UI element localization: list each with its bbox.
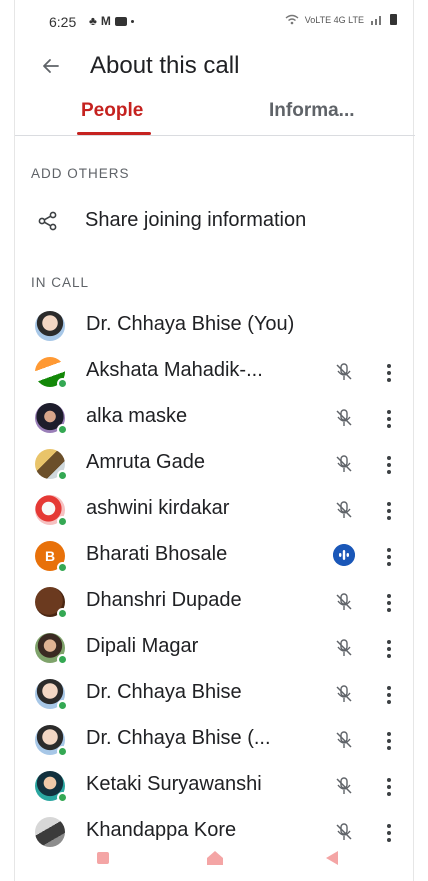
participant-name: Dr. Chhaya Bhise (... (86, 727, 271, 749)
online-status-icon (57, 608, 68, 619)
wifi-icon (285, 14, 299, 25)
signal-icon (371, 16, 381, 25)
in-call-heading: IN CALL (31, 275, 90, 290)
participant-name: Khandappa Kore (86, 819, 237, 841)
status-bar: 6:25 ♣ M VoLTE 4G LTE (15, 0, 415, 44)
tab-information[interactable]: Informa... (269, 100, 355, 122)
online-status-icon (57, 746, 68, 757)
recent-apps-icon[interactable] (97, 852, 109, 864)
participant-name: Amruta Gade (86, 451, 205, 473)
participant-name: ashwini kirdakar (86, 497, 230, 519)
more-options-icon[interactable] (381, 637, 397, 661)
participant-name: Bharati Bhosale (86, 543, 228, 565)
participant-row[interactable]: Dr. Chhaya Bhise (... (15, 720, 415, 766)
tab-people[interactable]: People (81, 100, 143, 122)
participant-row[interactable]: alka maske (15, 398, 415, 444)
app-notification-icon: ♣ (89, 14, 97, 28)
speaking-indicator-icon (333, 544, 355, 566)
participant-row[interactable]: Dhanshri Dupade (15, 582, 415, 628)
more-options-icon[interactable] (381, 775, 397, 799)
share-joining-info-row[interactable]: Share joining information (15, 200, 415, 244)
mic-off-icon (336, 593, 352, 610)
online-status-icon (57, 700, 68, 711)
online-status-icon (57, 470, 68, 481)
participant-row[interactable]: Akshata Mahadik-... (15, 352, 415, 398)
mic-off-icon (336, 363, 352, 380)
add-others-heading: ADD OTHERS (31, 166, 130, 181)
mic-off-icon (336, 639, 352, 656)
mic-off-icon (336, 731, 352, 748)
participant-row[interactable]: Dipali Magar (15, 628, 415, 674)
more-options-icon[interactable] (381, 361, 397, 385)
dot-icon (130, 19, 134, 23)
home-icon[interactable] (206, 850, 224, 866)
participant-name: Dr. Chhaya Bhise (86, 681, 242, 703)
share-joining-info-label: Share joining information (85, 209, 307, 231)
active-tab-indicator (77, 132, 151, 135)
mic-off-icon (336, 455, 352, 472)
online-status-icon (57, 654, 68, 665)
network-label: VoLTE 4G LTE (304, 14, 364, 25)
back-icon[interactable] (325, 850, 339, 866)
more-options-icon[interactable] (381, 453, 397, 477)
participant-row[interactable]: Dr. Chhaya Bhise (15, 674, 415, 720)
app-bar: About this call (15, 44, 415, 90)
page-title: About this call (90, 52, 240, 79)
participant-name: Dhanshri Dupade (86, 589, 242, 611)
status-right-icons: VoLTE 4G LTE (285, 14, 397, 25)
online-status-icon (57, 424, 68, 435)
youtube-icon (114, 16, 127, 26)
battery-icon (390, 14, 397, 25)
participant-row[interactable]: Amruta Gade (15, 444, 415, 490)
more-options-icon[interactable] (381, 683, 397, 707)
online-status-icon (57, 378, 68, 389)
status-left-icons: ♣ M (89, 14, 134, 28)
arrow-left-icon[interactable] (39, 54, 63, 78)
mic-off-icon (336, 777, 352, 794)
avatar (35, 311, 65, 341)
participant-name: Akshata Mahadik-... (86, 359, 263, 381)
more-options-icon[interactable] (381, 591, 397, 615)
participant-row[interactable]: Dr. Chhaya Bhise (You) (15, 306, 415, 352)
mic-off-icon (336, 685, 352, 702)
participant-name: alka maske (86, 405, 188, 427)
online-status-icon (57, 562, 68, 573)
more-options-icon[interactable] (381, 545, 397, 569)
status-time: 6:25 (49, 14, 77, 30)
online-status-icon (57, 792, 68, 803)
system-nav-bar (15, 840, 415, 881)
participant-row[interactable]: ashwini kirdakar (15, 490, 415, 536)
mic-off-icon (336, 501, 352, 518)
share-icon (38, 211, 57, 231)
gmail-icon: M (100, 14, 111, 28)
online-status-icon (57, 516, 68, 527)
tab-bar: People Informa... (15, 92, 415, 136)
participant-row[interactable]: B Bharati Bhosale (15, 536, 415, 582)
participant-name: Dipali Magar (86, 635, 199, 657)
mic-off-icon (336, 409, 352, 426)
participant-name: Dr. Chhaya Bhise (You) (86, 313, 295, 335)
screen: 6:25 ♣ M VoLTE 4G LTE About this call Pe… (14, 0, 415, 881)
more-options-icon[interactable] (381, 729, 397, 753)
participant-row[interactable]: Ketaki Suryawanshi (15, 766, 415, 812)
more-options-icon[interactable] (381, 407, 397, 431)
more-options-icon[interactable] (381, 499, 397, 523)
participant-list: Dr. Chhaya Bhise (You) Akshata Mahadik-.… (15, 306, 415, 848)
participant-name: Ketaki Suryawanshi (86, 773, 262, 795)
